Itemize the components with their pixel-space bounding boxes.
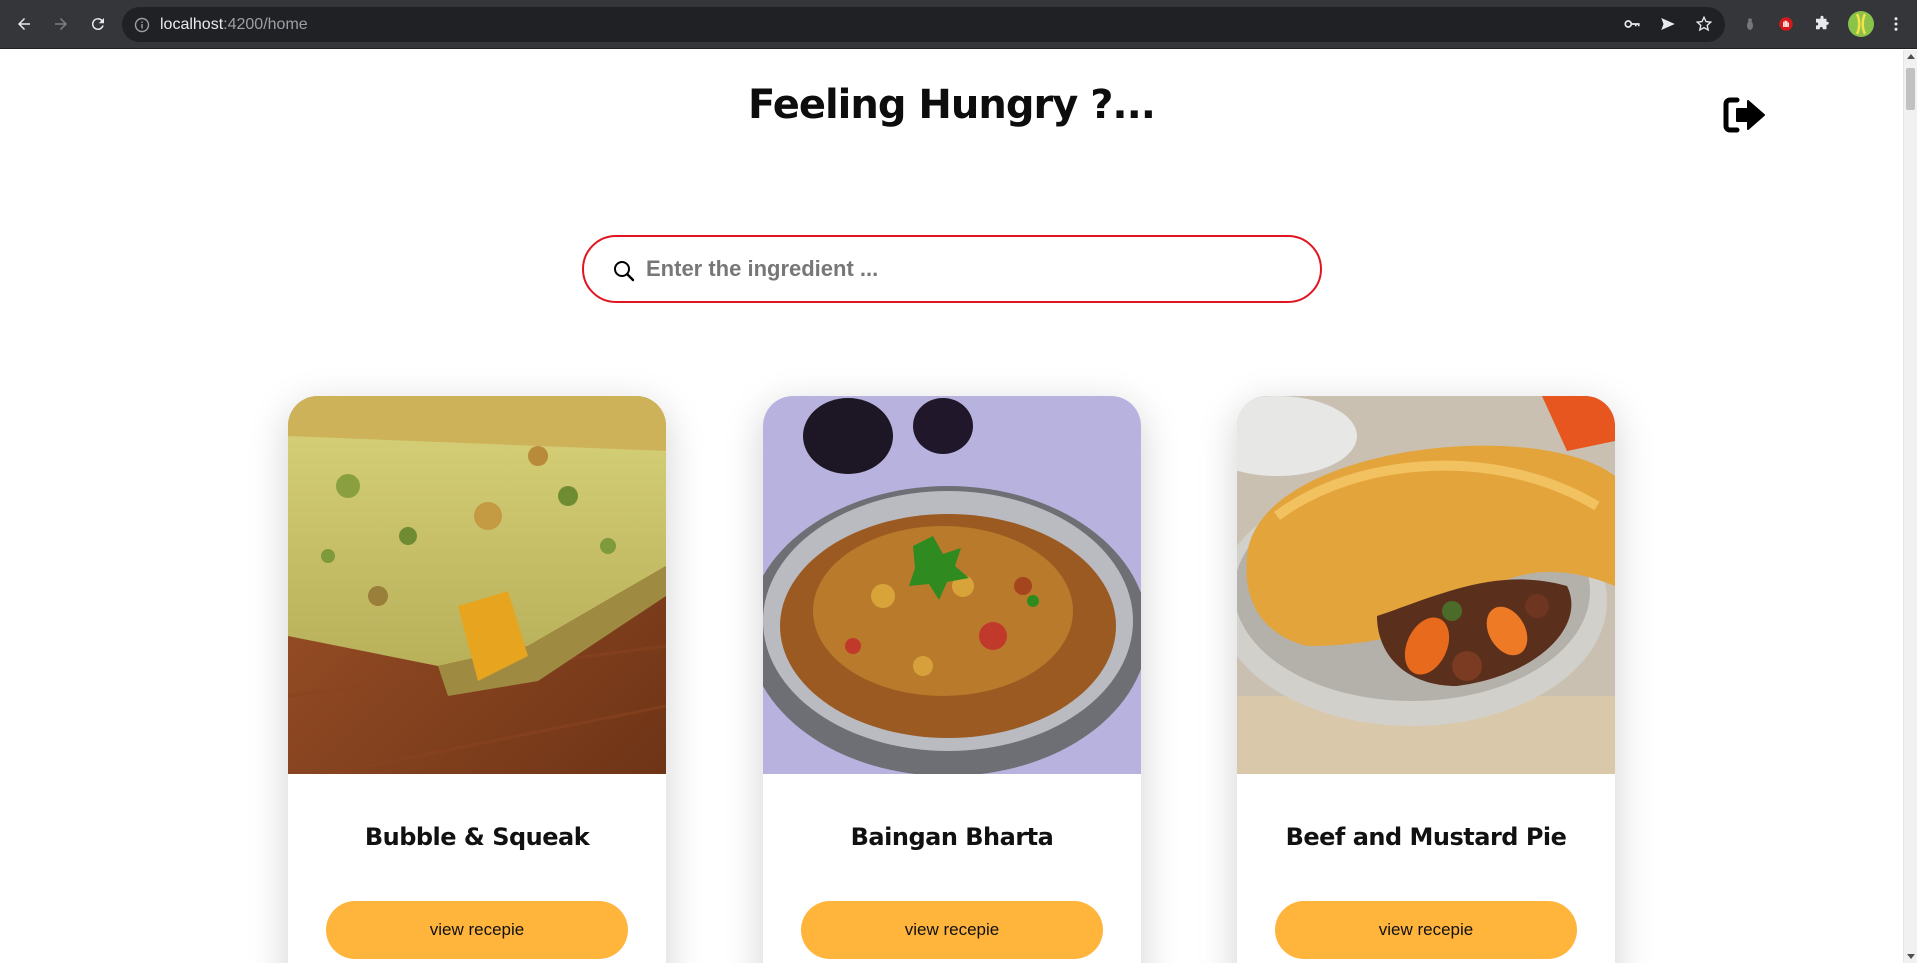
search-bar bbox=[582, 235, 1322, 303]
url-text: localhost:4200/home bbox=[160, 7, 308, 42]
view-recipe-button[interactable]: view recepie bbox=[801, 901, 1103, 959]
scrollbar-thumb[interactable] bbox=[1906, 68, 1915, 110]
extension-red-hand-icon[interactable] bbox=[1775, 13, 1797, 35]
logout-icon[interactable] bbox=[1723, 95, 1767, 135]
url-host: localhost bbox=[160, 16, 224, 33]
search-icon[interactable] bbox=[612, 259, 636, 283]
browser-menu-icon[interactable] bbox=[1885, 13, 1907, 35]
url-path: :4200/home bbox=[223, 16, 308, 33]
view-recipe-button[interactable]: view recepie bbox=[1275, 901, 1577, 959]
baingan-bharta-photo bbox=[763, 396, 1141, 774]
back-button[interactable] bbox=[11, 11, 37, 37]
recipe-photo[interactable] bbox=[1237, 396, 1615, 774]
info-icon[interactable] bbox=[134, 17, 150, 33]
key-icon[interactable] bbox=[1621, 13, 1643, 35]
extensions-puzzle-icon[interactable] bbox=[1811, 13, 1833, 35]
recipe-photo[interactable] bbox=[288, 396, 666, 774]
extension-gray-icon[interactable] bbox=[1739, 13, 1761, 35]
recipe-name: Beef and Mustard Pie bbox=[1285, 823, 1567, 851]
send-icon[interactable] bbox=[1657, 13, 1679, 35]
reload-icon bbox=[91, 18, 104, 31]
bubble-and-squeak-photo bbox=[288, 396, 666, 774]
recipe-card: Baingan Bharta view recepie bbox=[763, 396, 1141, 963]
arrow-right-icon bbox=[55, 18, 67, 30]
address-bar[interactable]: localhost:4200/home bbox=[122, 7, 1725, 42]
recipe-card: Beef and Mustard Pie view recepie bbox=[1237, 396, 1615, 963]
scroll-down-arrow-icon[interactable] bbox=[1907, 954, 1915, 959]
arrow-left-icon bbox=[18, 18, 30, 30]
page-content: Feeling Hungry ?... Enter the ingredient… bbox=[0, 50, 1903, 963]
bookmark-star-icon[interactable] bbox=[1693, 13, 1715, 35]
recipe-name: Baingan Bharta bbox=[850, 823, 1054, 851]
recipe-card: Bubble & Squeak view recepie bbox=[288, 396, 666, 963]
scroll-up-arrow-icon[interactable] bbox=[1907, 54, 1915, 59]
ingredient-search-input[interactable] bbox=[646, 247, 1286, 291]
browser-toolbar: localhost:4200/home bbox=[0, 0, 1917, 49]
recipe-photo[interactable] bbox=[763, 396, 1141, 774]
recipe-name: Bubble & Squeak bbox=[364, 823, 590, 851]
beef-and-mustard-pie-photo bbox=[1237, 396, 1615, 774]
reload-button[interactable] bbox=[85, 11, 111, 37]
page-title: Feeling Hungry ?... bbox=[748, 82, 1156, 128]
view-recipe-button[interactable]: view recepie bbox=[326, 901, 628, 959]
profile-avatar[interactable] bbox=[1847, 10, 1875, 38]
forward-button[interactable] bbox=[48, 11, 74, 37]
page-scrollbar[interactable] bbox=[1903, 50, 1917, 963]
